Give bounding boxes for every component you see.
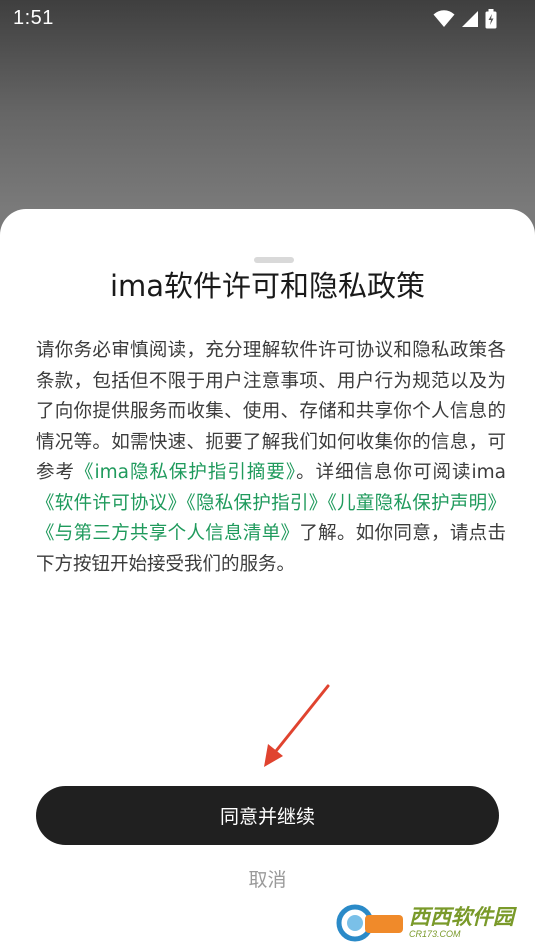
body-mid-text: 。详细信息你可阅读ima <box>296 462 506 483</box>
watermark: 西西软件园 CR173.COM <box>335 903 525 943</box>
cancel-button[interactable]: 取消 <box>0 864 535 892</box>
status-bar: 1:51 <box>0 0 535 38</box>
status-icons <box>433 8 497 30</box>
status-time: 1:51 <box>13 7 54 29</box>
children-privacy-link[interactable]: 《儿童隐私保护声明》 <box>328 493 506 514</box>
battery-icon <box>485 9 497 29</box>
watermark-brand-en: CR173.COM <box>409 929 461 939</box>
watermark-logo-icon <box>336 904 403 942</box>
dialog-body: 请你务必审慎阅读，充分理解软件许可协议和隐私政策各条款，包括但不限于用户注意事项… <box>36 336 506 580</box>
watermark-brand-cn: 西西软件园 <box>409 905 514 929</box>
signal-icon <box>462 11 478 27</box>
privacy-guide-link[interactable]: 《隐私保护指引》 <box>186 493 327 514</box>
red-arrow-annotation <box>264 684 330 767</box>
wifi-icon <box>433 10 455 27</box>
license-agreement-link[interactable]: 《软件许可协议》 <box>36 493 186 514</box>
agree-continue-button[interactable]: 同意并继续 <box>36 786 499 845</box>
privacy-summary-link[interactable]: 《ima隐私保护指引摘要》 <box>75 462 296 483</box>
third-party-sharing-link[interactable]: 《与第三方共享个人信息清单》 <box>36 523 299 544</box>
dialog-title: ima软件许可和隐私政策 <box>109 269 426 303</box>
